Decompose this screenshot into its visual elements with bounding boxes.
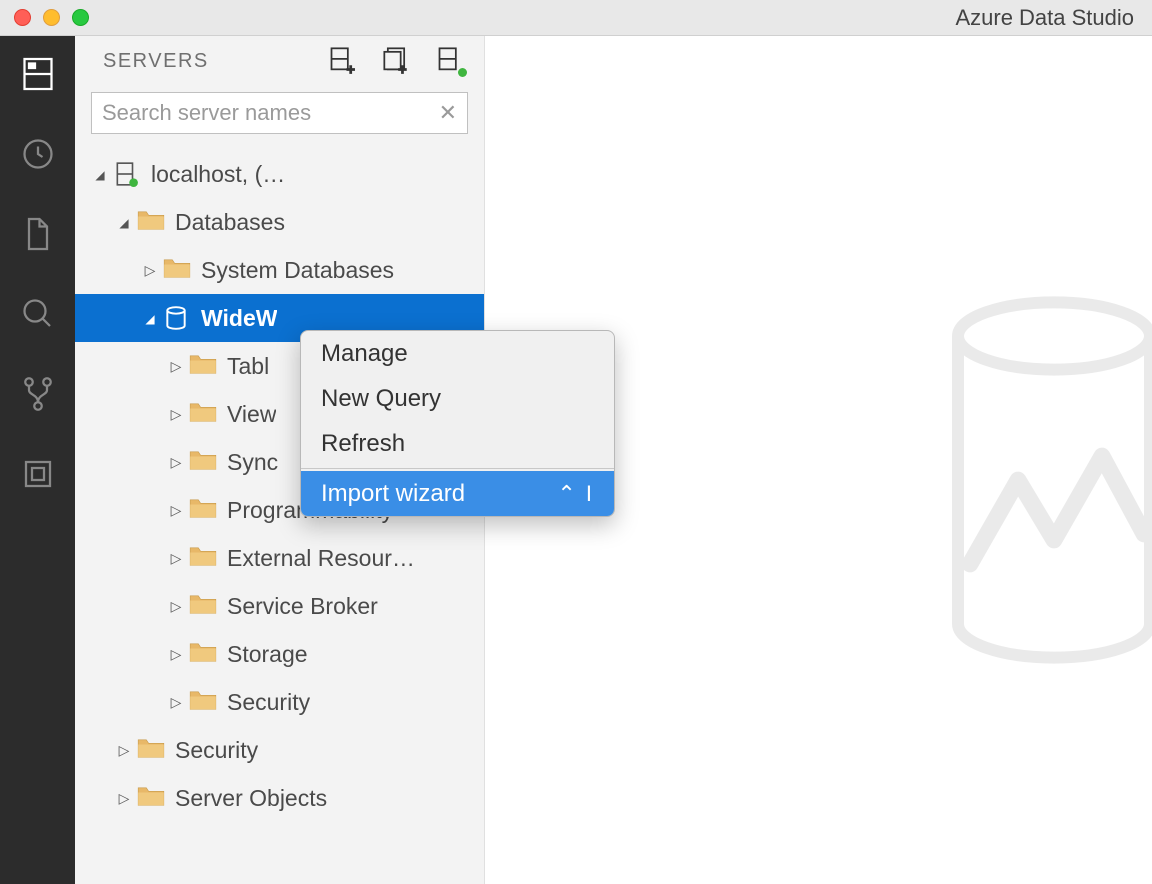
tree-item[interactable]: External Resour…	[75, 534, 484, 582]
tree-item-label: Security	[175, 737, 258, 764]
twisty-icon[interactable]	[169, 406, 183, 423]
menu-item[interactable]: Import wizard⌃ I	[301, 471, 614, 516]
tree-item[interactable]: System Databases	[75, 246, 484, 294]
svg-text:+: +	[398, 61, 406, 74]
menu-separator	[301, 468, 614, 469]
tree-item[interactable]: Databases	[75, 198, 484, 246]
task-history-icon[interactable]	[18, 134, 58, 174]
close-window-button[interactable]	[14, 9, 31, 26]
twisty-icon[interactable]	[93, 166, 107, 182]
svg-text:+: +	[347, 61, 355, 74]
titlebar: Azure Data Studio	[0, 0, 1152, 36]
twisty-icon[interactable]	[117, 214, 131, 230]
minimize-window-button[interactable]	[43, 9, 60, 26]
tree-item[interactable]: Server Objects	[75, 774, 484, 822]
source-control-icon[interactable]	[18, 374, 58, 414]
menu-item-label: Import wizard	[321, 480, 557, 508]
folder-icon	[189, 400, 217, 428]
tree-item-label: Server Objects	[175, 785, 327, 812]
folder-icon	[189, 448, 217, 476]
twisty-icon[interactable]	[117, 742, 131, 759]
tree-item-label: Security	[227, 689, 310, 716]
watermark-icon	[922, 284, 1152, 724]
tree-item-label: Databases	[175, 209, 285, 236]
tree-item-label: WideW	[201, 305, 277, 332]
menu-item-label: Refresh	[321, 430, 594, 458]
menu-item[interactable]: New Query	[301, 376, 614, 421]
folder-icon	[189, 688, 217, 716]
menu-item[interactable]: Manage	[301, 331, 614, 376]
folder-icon	[163, 256, 191, 284]
extensions-icon[interactable]	[18, 454, 58, 494]
twisty-icon[interactable]	[169, 646, 183, 663]
tree-item-label: View	[227, 401, 276, 428]
twisty-icon[interactable]	[143, 262, 157, 279]
twisty-icon[interactable]	[169, 694, 183, 711]
folder-icon	[189, 496, 217, 524]
activity-bar	[0, 36, 75, 884]
tree-item-label: Tabl	[227, 353, 269, 380]
active-connections-icon[interactable]	[436, 46, 466, 76]
sidebar-header: SERVERS + +	[75, 36, 484, 84]
search-icon[interactable]	[18, 294, 58, 334]
twisty-icon[interactable]	[143, 310, 157, 326]
menu-item[interactable]: Refresh	[301, 421, 614, 466]
search-input[interactable]	[102, 100, 439, 126]
search-box[interactable]: ✕	[91, 92, 468, 134]
tree-item-label: localhost, (…	[151, 161, 285, 188]
twisty-icon[interactable]	[169, 454, 183, 471]
menu-item-shortcut: ⌃ I	[557, 481, 594, 507]
tree-item-label: Service Broker	[227, 593, 378, 620]
tree-item[interactable]: Security	[75, 678, 484, 726]
folder-icon	[137, 784, 165, 812]
zoom-window-button[interactable]	[72, 9, 89, 26]
database-icon	[163, 304, 191, 332]
new-server-group-icon[interactable]: +	[382, 46, 412, 76]
folder-icon	[137, 208, 165, 236]
sidebar-actions: + +	[328, 46, 466, 76]
twisty-icon[interactable]	[169, 502, 183, 519]
window-title: Azure Data Studio	[955, 5, 1134, 31]
tree-item[interactable]: Storage	[75, 630, 484, 678]
window-controls	[0, 9, 89, 26]
folder-icon	[189, 544, 217, 572]
explorer-icon[interactable]	[18, 214, 58, 254]
menu-item-label: New Query	[321, 385, 594, 413]
tree-item-label: System Databases	[201, 257, 394, 284]
tree-item[interactable]: Service Broker	[75, 582, 484, 630]
menu-item-label: Manage	[321, 340, 594, 368]
servers-panel-icon[interactable]	[18, 54, 58, 94]
tree-item-label: Sync	[227, 449, 278, 476]
context-menu[interactable]: Manage New Query Refresh Import wizard⌃ I	[300, 330, 615, 517]
tree-item-label: Storage	[227, 641, 308, 668]
folder-icon	[137, 736, 165, 764]
folder-icon	[189, 640, 217, 668]
server-icon	[113, 160, 141, 188]
twisty-icon[interactable]	[169, 598, 183, 615]
sidebar-title: SERVERS	[103, 50, 316, 73]
folder-icon	[189, 352, 217, 380]
clear-search-icon[interactable]: ✕	[439, 100, 457, 126]
tree-item[interactable]: localhost, (…	[75, 150, 484, 198]
folder-icon	[189, 592, 217, 620]
twisty-icon[interactable]	[169, 550, 183, 567]
twisty-icon[interactable]	[169, 358, 183, 375]
tree-item-label: External Resour…	[227, 545, 415, 572]
tree-item[interactable]: Security	[75, 726, 484, 774]
new-connection-icon[interactable]: +	[328, 46, 358, 76]
twisty-icon[interactable]	[117, 790, 131, 807]
